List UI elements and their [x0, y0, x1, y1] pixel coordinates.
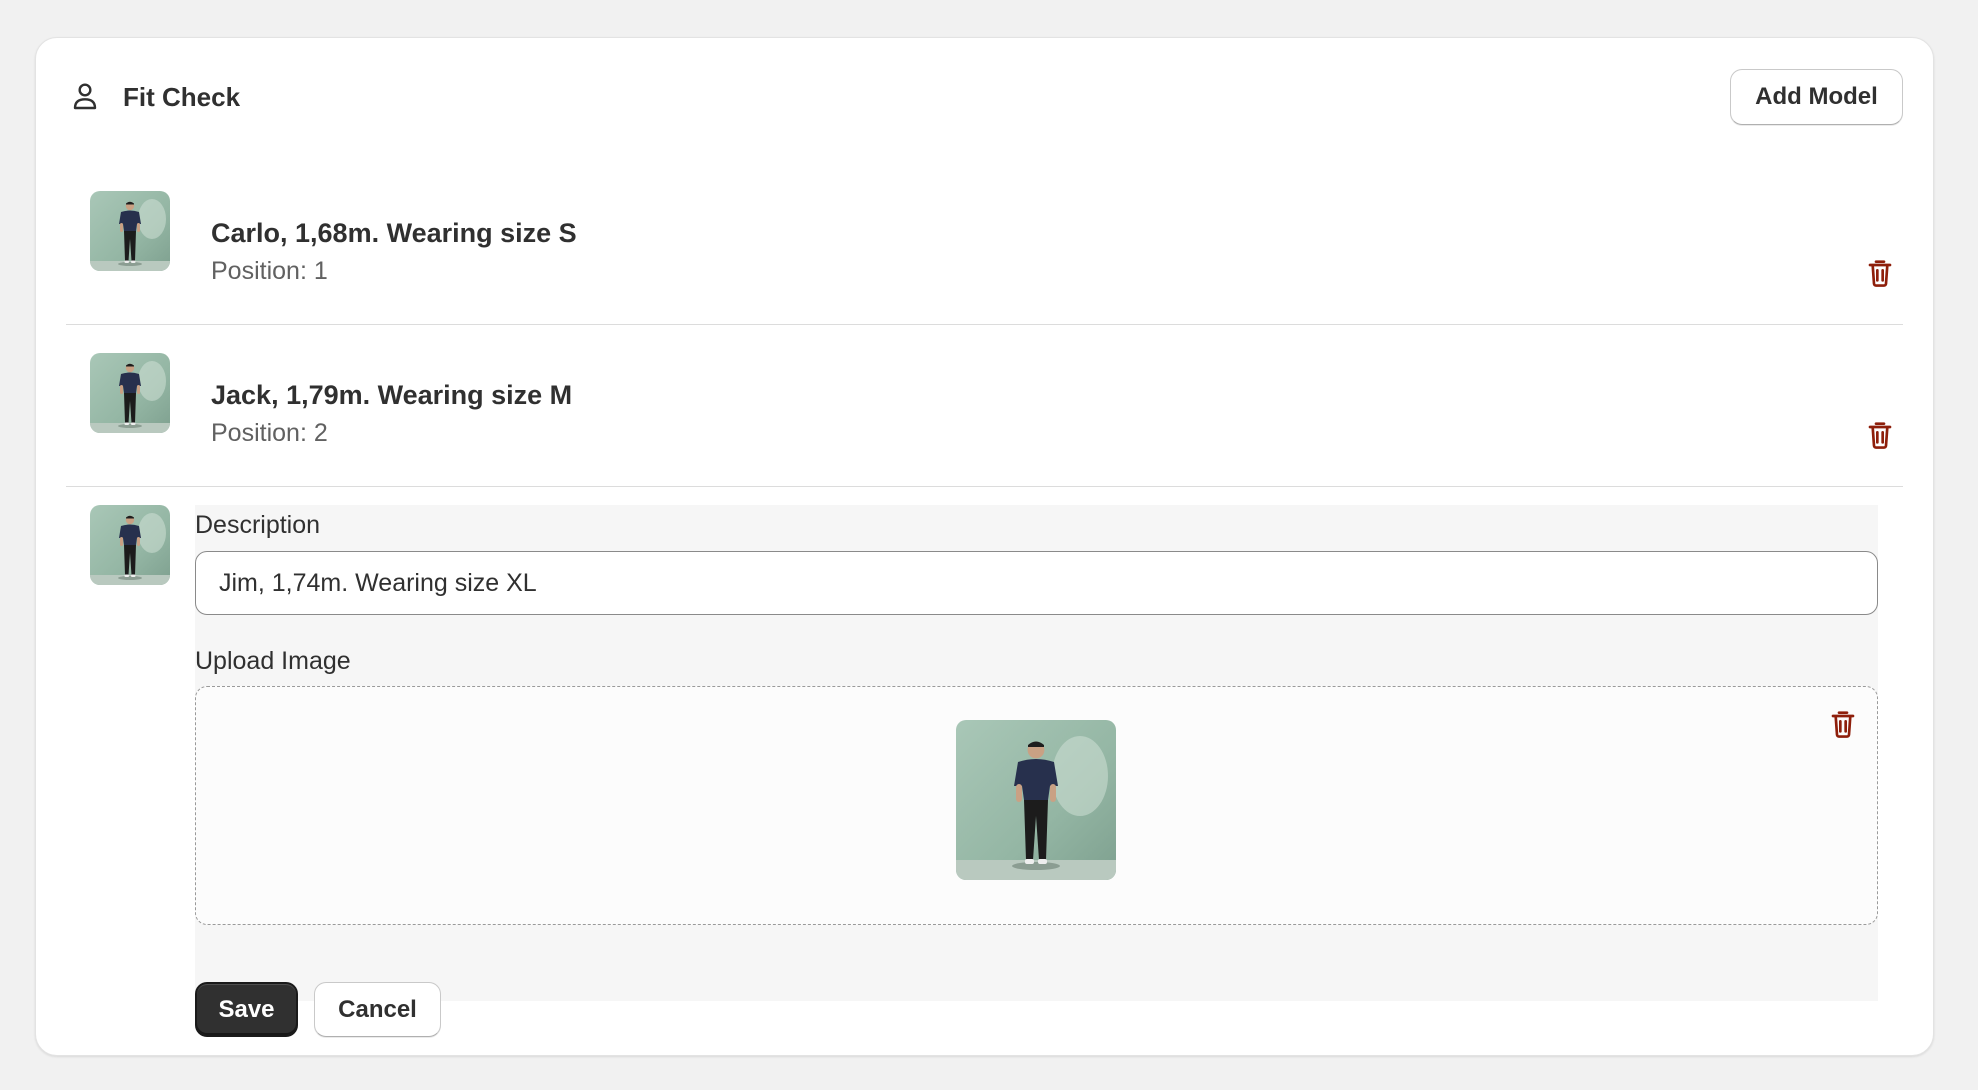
- model-row: Jack, 1,79m. Wearing size M Position: 2: [66, 325, 1903, 487]
- cancel-button[interactable]: Cancel: [314, 982, 441, 1037]
- card-title: Fit Check: [123, 82, 241, 112]
- delete-model-trash-icon[interactable]: [1864, 256, 1896, 290]
- card-header: Fit Check Add Model: [36, 38, 1933, 158]
- remove-image-trash-icon[interactable]: [1827, 707, 1859, 741]
- model-name: Jack, 1,79m. Wearing size M: [211, 380, 573, 410]
- model-editor-form: Description Upload Image Save Cancel: [195, 505, 1878, 1037]
- model-position: Position: 2: [211, 419, 328, 447]
- description-label: Description: [195, 511, 321, 539]
- editing-model-thumbnail: [90, 505, 170, 585]
- uploaded-image-preview: [956, 720, 1116, 880]
- model-thumbnail: [90, 191, 170, 271]
- delete-model-trash-icon[interactable]: [1864, 418, 1896, 452]
- model-row: Carlo, 1,68m. Wearing size S Position: 1: [66, 163, 1903, 325]
- save-button[interactable]: Save: [195, 982, 298, 1037]
- model-position: Position: 1: [211, 257, 328, 285]
- description-input[interactable]: [195, 551, 1878, 615]
- fit-check-card: Fit Check Add Model Carlo, 1,68m. Wearin…: [35, 37, 1934, 1056]
- model-thumbnail: [90, 353, 170, 433]
- upload-image-label: Upload Image: [195, 647, 351, 675]
- model-name: Carlo, 1,68m. Wearing size S: [211, 218, 577, 248]
- upload-image-dropzone[interactable]: [195, 686, 1878, 925]
- person-icon: [69, 80, 101, 112]
- add-model-button[interactable]: Add Model: [1730, 69, 1903, 125]
